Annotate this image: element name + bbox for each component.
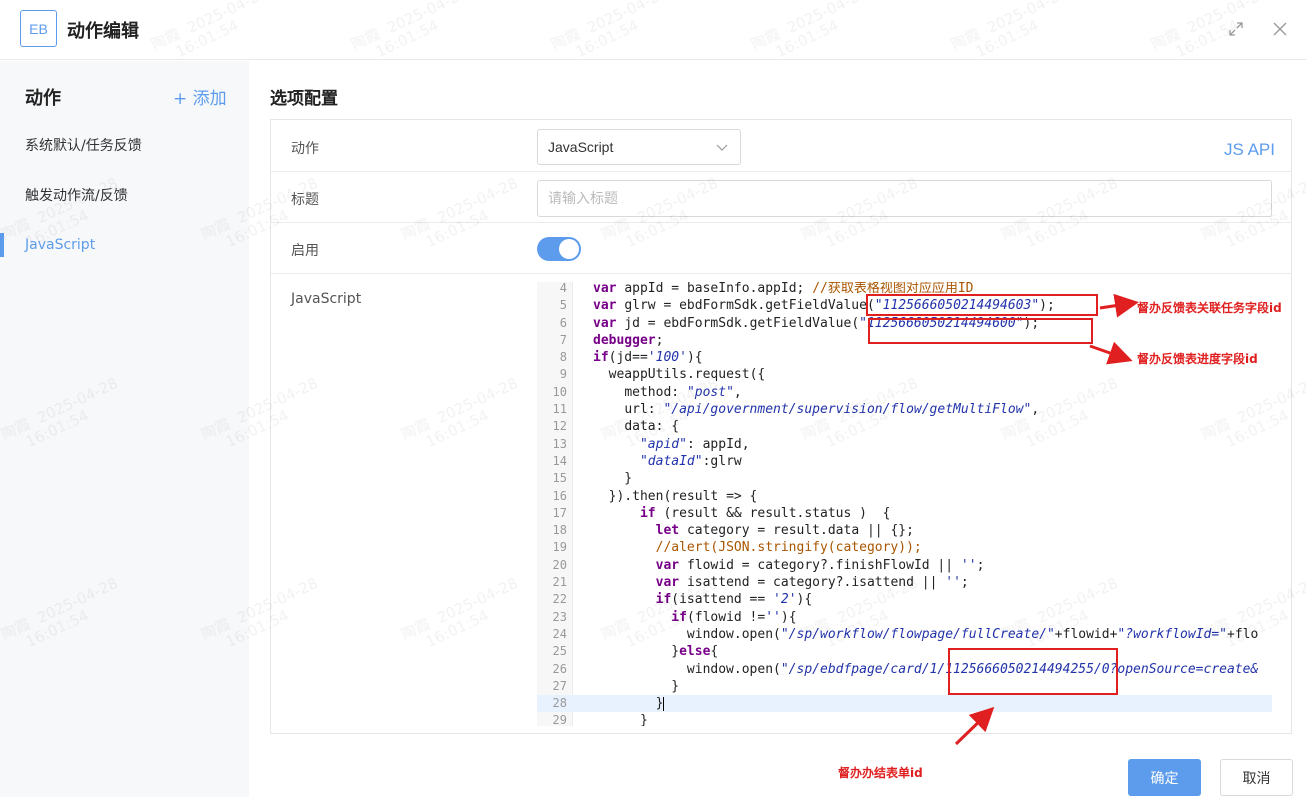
cancel-button[interactable]: 取消	[1220, 759, 1293, 796]
annotation-label-progress-field: 督办反馈表进度字段id	[1137, 352, 1258, 366]
annotation-label-form-id: 督办办结表单id	[838, 766, 923, 780]
annotation-label-task-field: 督办反馈表关联任务字段id	[1137, 301, 1282, 315]
annotation-arrows	[954, 293, 1139, 746]
confirm-button[interactable]: 确定	[1128, 759, 1201, 796]
